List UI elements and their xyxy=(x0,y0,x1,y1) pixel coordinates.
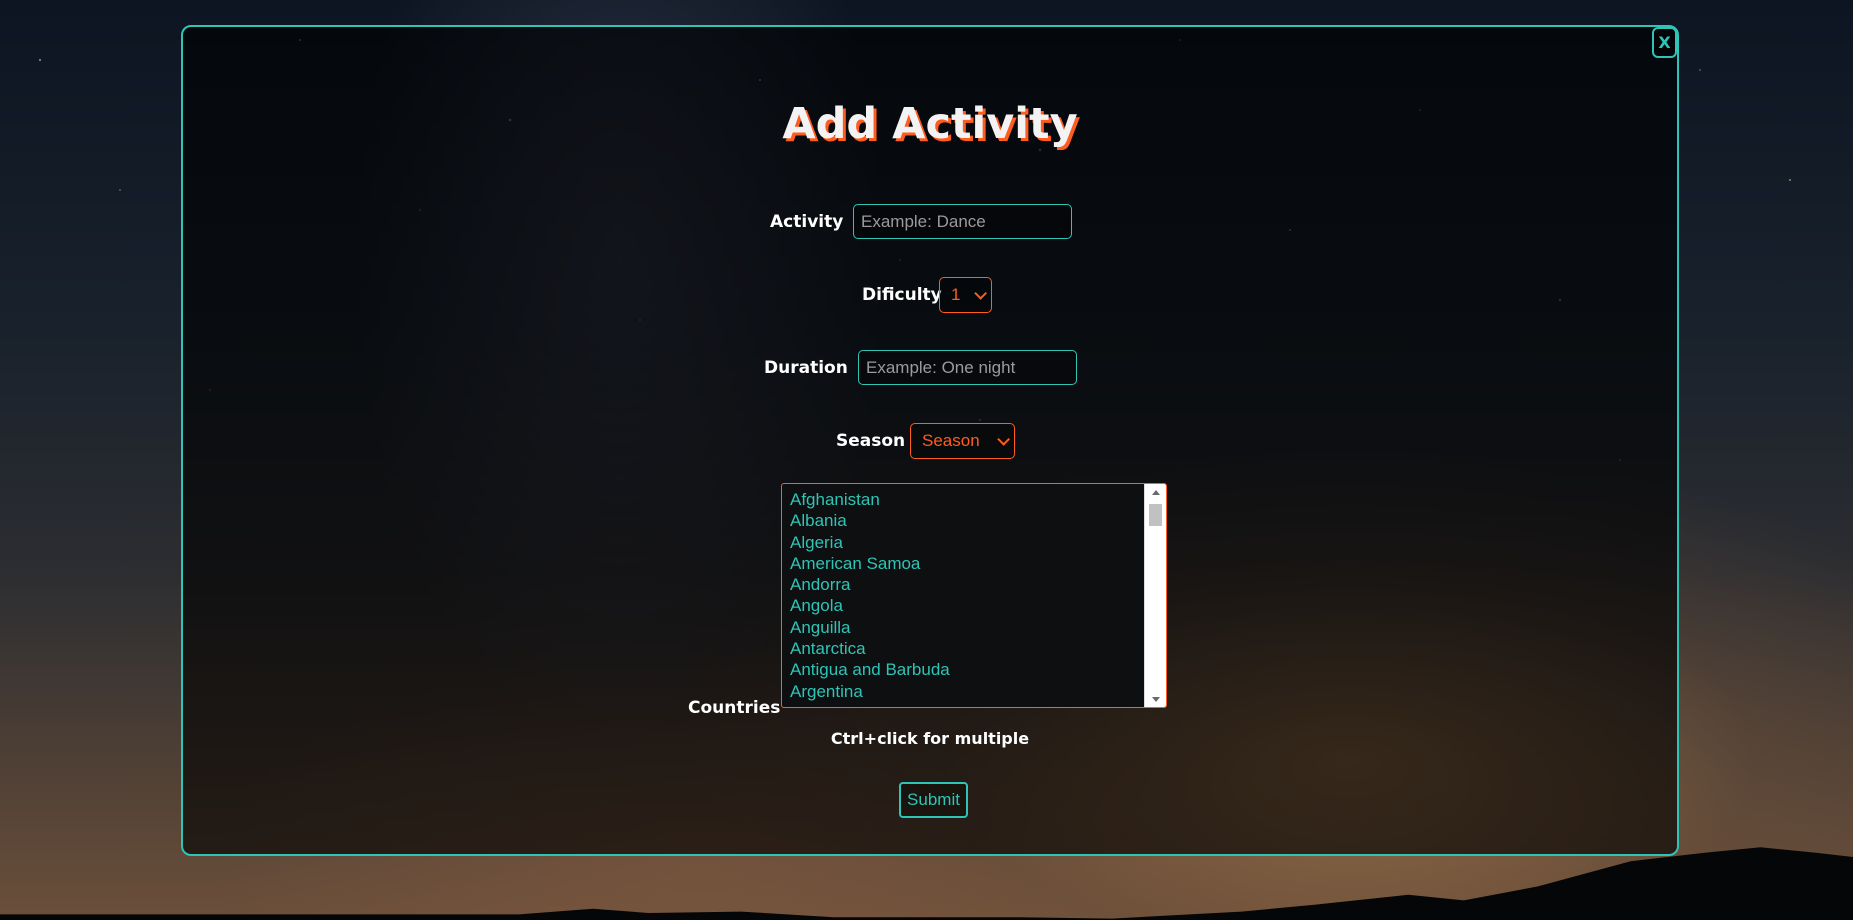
scroll-thumb[interactable] xyxy=(1149,504,1162,526)
scroll-up-button[interactable] xyxy=(1145,484,1166,500)
chevron-down-icon xyxy=(974,286,987,300)
countries-options: Afghanistan Albania Algeria American Sam… xyxy=(790,489,1136,707)
countries-label: Countries xyxy=(688,698,781,718)
duration-label: Duration xyxy=(764,358,848,378)
add-activity-modal: X Add Activity Activity Dificulty 1 Dura… xyxy=(181,25,1679,856)
arrow-down-icon xyxy=(1151,696,1160,702)
season-label: Season xyxy=(836,431,906,451)
countries-scrollbar[interactable] xyxy=(1144,484,1166,707)
duration-input[interactable] xyxy=(858,350,1077,385)
season-selected-value: Season xyxy=(922,431,980,450)
arrow-up-icon xyxy=(1151,489,1160,495)
country-option[interactable]: Angola xyxy=(790,595,1136,616)
multiselect-hint: Ctrl+click for multiple xyxy=(830,729,1030,748)
difficulty-select[interactable]: 1 xyxy=(939,277,992,313)
chevron-down-icon xyxy=(997,432,1010,446)
submit-button[interactable]: Submit xyxy=(899,782,968,818)
season-select[interactable]: Season xyxy=(910,423,1015,459)
country-option[interactable]: Antigua and Barbuda xyxy=(790,659,1136,680)
country-option[interactable]: Albania xyxy=(790,510,1136,531)
country-option[interactable]: Andorra xyxy=(790,574,1136,595)
close-button[interactable]: X xyxy=(1652,27,1677,58)
country-option[interactable]: Anguilla xyxy=(790,617,1136,638)
countries-multiselect[interactable]: Afghanistan Albania Algeria American Sam… xyxy=(781,483,1167,708)
country-option[interactable]: American Samoa xyxy=(790,553,1136,574)
difficulty-selected-value: 1 xyxy=(951,285,961,304)
close-icon: X xyxy=(1658,33,1671,52)
country-option[interactable]: Algeria xyxy=(790,532,1136,553)
activity-label: Activity xyxy=(770,212,844,232)
difficulty-label: Dificulty xyxy=(862,285,942,305)
country-option[interactable]: Antarctica xyxy=(790,638,1136,659)
country-option[interactable]: Argentina xyxy=(790,681,1136,702)
scroll-down-button[interactable] xyxy=(1145,691,1166,707)
page-title: Add Activity xyxy=(782,99,1078,149)
activity-input[interactable] xyxy=(853,204,1072,239)
country-option[interactable]: Afghanistan xyxy=(790,489,1136,510)
